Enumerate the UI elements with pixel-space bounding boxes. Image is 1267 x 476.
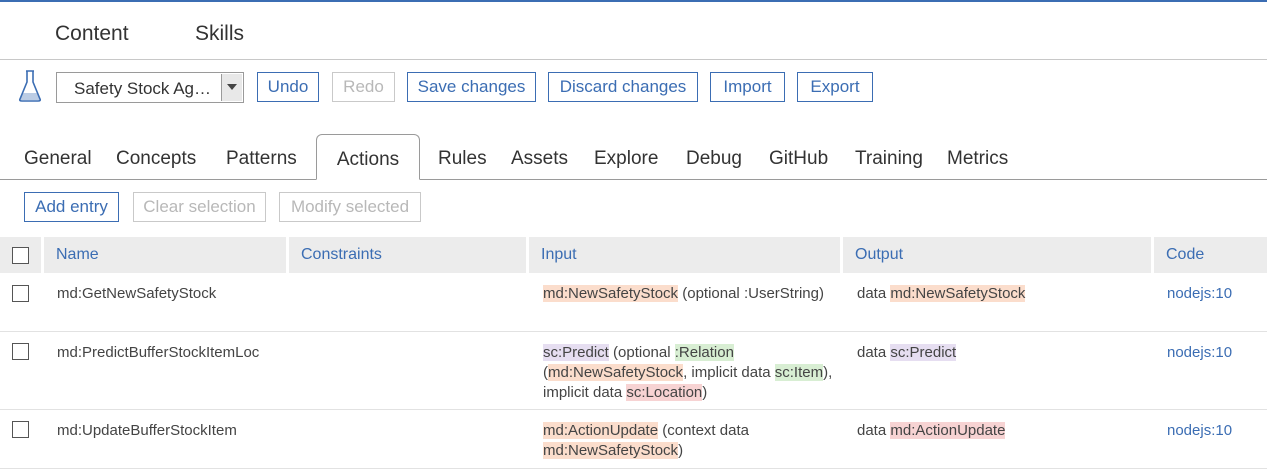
add-entry-button[interactable]: Add entry (24, 192, 119, 222)
concept-tag: md:NewSafetyStock (543, 285, 679, 302)
table-row[interactable]: md:UpdateBufferStockItem md:ActionUpdate… (0, 410, 1267, 469)
column-header-constraints[interactable]: Constraints (289, 237, 526, 273)
toolbar: Safety Stock Ag… Undo Redo Save changes … (0, 60, 1267, 118)
tab-explore[interactable]: Explore (594, 148, 658, 170)
skill-select[interactable]: Safety Stock Ag… (56, 72, 244, 103)
chevron-down-icon[interactable] (221, 74, 242, 101)
tab-assets[interactable]: Assets (511, 148, 568, 170)
row-checkbox[interactable] (12, 285, 29, 302)
row-input: md:NewSafetyStock (optional :UserString) (543, 284, 833, 304)
row-code-link[interactable]: nodejs:10 (1167, 343, 1232, 363)
tab-metrics[interactable]: Metrics (947, 148, 1008, 170)
concept-tag: sc:Item (774, 364, 824, 381)
text-fragment: ) (702, 384, 708, 401)
tab-general[interactable]: General (24, 148, 92, 170)
row-output: data md:NewSafetyStock (857, 284, 1026, 304)
row-input: sc:Predict (optional :Relation (md:NewSa… (543, 343, 833, 403)
text-fragment: (optional (678, 285, 744, 302)
tab-github[interactable]: GitHub (769, 148, 828, 170)
row-name: md:UpdateBufferStockItem (57, 422, 237, 439)
tab-patterns[interactable]: Patterns (226, 148, 297, 170)
skill-tabs: General Concepts Patterns Actions Rules … (0, 134, 1267, 180)
column-header-input[interactable]: Input (529, 237, 840, 273)
concept-tag: sc:Predict (890, 344, 957, 361)
text-fragment: (context data (658, 422, 749, 439)
row-checkbox[interactable] (12, 343, 29, 360)
column-header-output[interactable]: Output (843, 237, 1151, 273)
discard-changes-button[interactable]: Discard changes (548, 72, 698, 102)
column-header-code[interactable]: Code (1154, 237, 1267, 273)
tab-actions[interactable]: Actions (316, 134, 420, 180)
concept-tag: sc:Location (626, 384, 703, 401)
row-output: data sc:Predict (857, 343, 957, 363)
tab-concepts[interactable]: Concepts (116, 148, 196, 170)
table-row[interactable]: md:GetNewSafetyStock md:NewSafetyStock (… (0, 273, 1267, 332)
text-fragment: , implicit data (683, 364, 775, 381)
table-row[interactable]: md:PredictBufferStockItemLoc sc:Predict … (0, 332, 1267, 410)
row-name: md:GetNewSafetyStock (57, 285, 217, 302)
table-header: Name Constraints Input Output Code (0, 237, 1267, 273)
import-button[interactable]: Import (710, 72, 785, 102)
tab-debug[interactable]: Debug (686, 148, 742, 170)
redo-button[interactable]: Redo (332, 72, 395, 102)
concept-tag: md:NewSafetyStock (548, 364, 684, 381)
row-input: md:ActionUpdate (context data md:NewSafe… (543, 421, 833, 461)
nav-skills[interactable]: Skills (195, 22, 244, 46)
row-checkbox[interactable] (12, 421, 29, 438)
row-code-link[interactable]: nodejs:10 (1167, 284, 1232, 304)
text-fragment: data (857, 344, 891, 361)
tab-training[interactable]: Training (855, 148, 923, 170)
concept-tag: md:NewSafetyStock (543, 442, 679, 459)
skill-select-value: Safety Stock Ag… (74, 79, 212, 98)
tab-rules[interactable]: Rules (438, 148, 487, 170)
entry-actions: Add entry Clear selection Modify selecte… (0, 192, 1267, 224)
text-fragment: data (857, 422, 891, 439)
column-header-name[interactable]: Name (44, 237, 286, 273)
text-fragment: (optional (608, 344, 675, 361)
row-code-link[interactable]: nodejs:10 (1167, 421, 1232, 441)
text-fragment: data (857, 285, 891, 302)
select-all-checkbox[interactable] (12, 247, 29, 264)
row-output: data md:ActionUpdate (857, 421, 1006, 441)
top-navigation: Content Skills (0, 2, 1267, 60)
concept-tag: md:ActionUpdate (543, 422, 659, 439)
concept-tag: md:NewSafetyStock (890, 285, 1026, 302)
nav-content[interactable]: Content (55, 22, 129, 46)
modify-selected-button[interactable]: Modify selected (279, 192, 421, 222)
header-select-cell (0, 237, 41, 273)
row-name: md:PredictBufferStockItemLoc (57, 344, 260, 361)
concept-tag: :Relation (674, 344, 734, 361)
save-changes-button[interactable]: Save changes (407, 72, 536, 102)
text-fragment: ) (818, 285, 824, 302)
text-fragment: ) (678, 442, 684, 459)
flask-icon[interactable] (17, 69, 43, 103)
clear-selection-button[interactable]: Clear selection (133, 192, 266, 222)
undo-button[interactable]: Undo (257, 72, 319, 102)
export-button[interactable]: Export (797, 72, 873, 102)
text-fragment: :UserString (743, 285, 819, 302)
concept-tag: md:ActionUpdate (890, 422, 1006, 439)
concept-tag: sc:Predict (543, 344, 609, 361)
